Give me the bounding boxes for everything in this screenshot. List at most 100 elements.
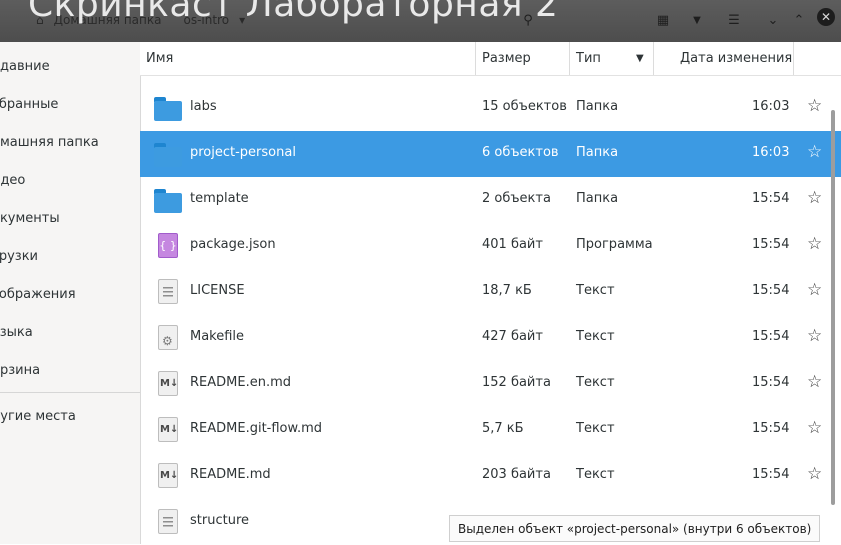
file-name: project-personal — [190, 145, 296, 160]
file-size: 18,7 кБ — [482, 283, 532, 298]
file-type: Текст — [576, 421, 615, 436]
folder-icon — [154, 189, 182, 213]
file-type: Папка — [576, 191, 619, 206]
file-icon-wrap: M↓ — [154, 417, 182, 443]
file-icon-wrap: { } — [154, 233, 182, 259]
markdown-file-icon: M↓ — [158, 417, 178, 442]
file-size: 6 объектов — [482, 145, 559, 160]
file-row[interactable]: labs 15 объектов Папка 16:03 ☆ — [140, 85, 841, 131]
file-modified: 15:54 — [752, 237, 790, 252]
file-icon-wrap — [154, 509, 182, 535]
file-icon-wrap — [154, 279, 182, 305]
file-icon-wrap: M↓ — [154, 371, 182, 397]
star-icon[interactable]: ☆ — [807, 464, 822, 484]
column-header-type[interactable]: Тип ▼ — [570, 42, 654, 75]
sidebar-item-downloads[interactable]: грузки — [0, 246, 38, 266]
file-type: Текст — [576, 283, 615, 298]
text-file-icon — [158, 509, 178, 534]
file-row[interactable]: LICENSE 18,7 кБ Текст 15:54 ☆ — [140, 269, 841, 315]
markdown-file-icon: M↓ — [158, 371, 178, 396]
file-modified: 15:54 — [752, 375, 790, 390]
file-row[interactable]: M↓ README.git-flow.md 5,7 кБ Текст 15:54 ☆ — [140, 407, 841, 453]
sidebar-item-other-locations[interactable]: ругие места — [0, 406, 76, 426]
file-name: README.en.md — [190, 375, 291, 390]
star-icon[interactable]: ☆ — [807, 188, 822, 208]
file-name: labs — [190, 99, 217, 114]
close-icon[interactable]: ✕ — [817, 8, 835, 26]
sidebar: едавние збранные омашняя папка идео окум… — [0, 42, 141, 544]
sidebar-item-home[interactable]: омашняя папка — [0, 132, 99, 152]
folder-icon — [154, 97, 182, 121]
file-type: Папка — [576, 99, 619, 114]
star-icon[interactable]: ☆ — [807, 96, 822, 116]
maximize-chevron-icon[interactable]: ⌃ — [788, 10, 810, 30]
hamburger-menu-icon[interactable]: ☰ — [723, 10, 745, 30]
file-size: 203 байта — [482, 467, 551, 482]
sidebar-item-trash[interactable]: орзина — [0, 360, 40, 380]
file-size: 401 байт — [482, 237, 543, 252]
file-type: Текст — [576, 467, 615, 482]
file-row[interactable]: ⚙ Makefile 427 байт Текст 15:54 ☆ — [140, 315, 841, 361]
column-header-size[interactable]: Размер — [476, 42, 570, 75]
minimize-chevron-icon[interactable]: ⌄ — [762, 10, 784, 30]
file-type: Папка — [576, 145, 619, 160]
column-header-name[interactable]: Имя — [140, 42, 476, 75]
file-row[interactable]: M↓ README.en.md 152 байта Текст 15:54 ☆ — [140, 361, 841, 407]
file-name: LICENSE — [190, 283, 245, 298]
column-header-modified[interactable]: Дата изменения — [654, 42, 794, 75]
file-icon-wrap: ⚙ — [154, 325, 182, 351]
makefile-icon: ⚙ — [158, 325, 178, 350]
sidebar-item-videos[interactable]: идео — [0, 170, 25, 190]
column-header-type-label: Тип — [576, 51, 601, 66]
file-size: 2 объекта — [482, 191, 551, 206]
sidebar-item-documents[interactable]: окументы — [0, 208, 60, 228]
file-row[interactable]: M↓ README.md 203 байта Текст 15:54 ☆ — [140, 453, 841, 499]
sidebar-divider — [0, 392, 140, 393]
sidebar-item-recent[interactable]: едавние — [0, 56, 50, 76]
scrollbar[interactable] — [831, 110, 835, 505]
file-name: README.md — [190, 467, 271, 482]
file-type: Программа — [576, 237, 653, 252]
markdown-file-icon: M↓ — [158, 463, 178, 488]
view-options-chevron-icon[interactable]: ▼ — [686, 10, 708, 30]
star-icon[interactable]: ☆ — [807, 142, 822, 162]
file-modified: 16:03 — [752, 99, 790, 114]
star-icon[interactable]: ☆ — [807, 418, 822, 438]
sidebar-item-pictures[interactable]: зображения — [0, 284, 76, 304]
star-icon[interactable]: ☆ — [807, 234, 822, 254]
file-name: README.git-flow.md — [190, 421, 322, 436]
file-row[interactable]: { } package.json 401 байт Программа 15:54 ☆ — [140, 223, 841, 269]
file-name: Makefile — [190, 329, 245, 344]
file-icon-wrap: M↓ — [154, 463, 182, 489]
star-icon[interactable]: ☆ — [807, 326, 822, 346]
file-size: 5,7 кБ — [482, 421, 524, 436]
sidebar-item-music[interactable]: узыка — [0, 322, 33, 342]
file-modified: 15:54 — [752, 329, 790, 344]
file-row[interactable]: project-personal 6 объектов Папка 16:03 ☆ — [140, 131, 841, 177]
grid-view-icon[interactable]: ▦ — [652, 10, 674, 30]
file-size: 152 байта — [482, 375, 551, 390]
star-icon[interactable]: ☆ — [807, 280, 822, 300]
star-icon[interactable]: ☆ — [807, 372, 822, 392]
file-name: package.json — [190, 237, 276, 252]
file-type: Текст — [576, 375, 615, 390]
column-headers: Имя Размер Тип ▼ Дата изменения — [140, 42, 841, 76]
folder-icon — [154, 143, 182, 167]
text-file-icon — [158, 279, 178, 304]
file-modified: 15:54 — [752, 467, 790, 482]
file-icon-wrap — [154, 187, 182, 213]
file-modified: 16:03 — [752, 145, 790, 160]
file-type: Текст — [576, 329, 615, 344]
sidebar-item-starred[interactable]: збранные — [0, 94, 58, 114]
status-bar: Выделен объект «project-personal» (внутр… — [449, 515, 821, 542]
file-modified: 15:54 — [752, 191, 790, 206]
video-title-overlay: Скринкаст Лабораторная 2 — [28, 0, 559, 25]
file-icon-wrap — [154, 141, 182, 167]
file-name: template — [190, 191, 249, 206]
chevron-down-icon: ▼ — [636, 53, 644, 64]
file-size: 15 объектов — [482, 99, 567, 114]
file-name: structure — [190, 513, 249, 528]
file-row[interactable]: template 2 объекта Папка 15:54 ☆ — [140, 177, 841, 223]
json-file-icon: { } — [158, 233, 178, 258]
file-size: 427 байт — [482, 329, 543, 344]
